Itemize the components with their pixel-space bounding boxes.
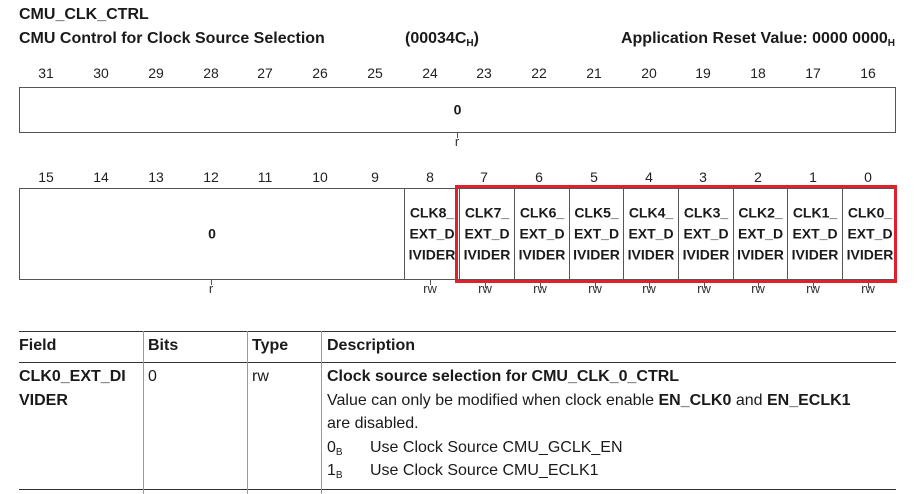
bit-number: 4 (645, 169, 653, 185)
description-text: Value can only be modified when clock en… (327, 392, 851, 409)
access-label: rw (697, 281, 711, 296)
bit-number: 9 (371, 169, 379, 185)
bit-number: 11 (257, 169, 273, 185)
bit-number: 19 (695, 65, 711, 81)
access-label: rw (806, 281, 820, 296)
table-rule (19, 489, 896, 490)
bit-number: 10 (312, 169, 328, 185)
field-type: rw (252, 368, 269, 385)
highlight-box (455, 185, 897, 283)
bit-number: 14 (93, 169, 109, 185)
register-upper-row: 0 (19, 87, 896, 133)
bit-number: 13 (148, 169, 164, 185)
description-text-cont: are disabled. (327, 415, 419, 432)
table-divider (321, 331, 322, 494)
access-label: rw (478, 281, 492, 296)
access-label: rw (588, 281, 602, 296)
bit-number: 7 (480, 169, 488, 185)
column-header-field: Field (19, 337, 57, 354)
field-value: 0 (453, 101, 462, 118)
access-label: rw (751, 281, 765, 296)
register-offset: (00034CH) (405, 30, 479, 49)
column-header-description: Description (327, 337, 416, 354)
bit-number: 24 (422, 65, 438, 81)
option-text: Use Clock Source CMU_GCLK_EN (370, 439, 623, 456)
access-label: rw (861, 281, 875, 296)
table-rule (19, 331, 896, 332)
field-name: CLK0_EXT_DI (19, 368, 126, 385)
field-clk8-ext-divider: CLK8_ EXT_D IVIDER (404, 189, 459, 279)
field-value: 0 (208, 225, 216, 242)
option-value: 0B (327, 439, 343, 458)
bit-number: 0 (864, 169, 872, 185)
bit-number: 12 (203, 169, 219, 185)
table-rule (19, 362, 896, 363)
reserved-field-lower: 0 (20, 189, 404, 279)
field-bits: 0 (148, 368, 157, 385)
bit-number: 29 (148, 65, 164, 81)
bit-number: 20 (641, 65, 657, 81)
option-value: 1B (327, 462, 343, 481)
bit-number: 31 (38, 65, 54, 81)
table-divider (247, 331, 248, 494)
access-label: rw (642, 281, 656, 296)
option-text: Use Clock Source CMU_ECLK1 (370, 462, 599, 479)
bit-number: 22 (531, 65, 547, 81)
bit-number: 15 (38, 169, 54, 185)
access-label: rw (533, 281, 547, 296)
bit-number: 23 (476, 65, 492, 81)
column-header-bits: Bits (148, 337, 179, 354)
table-divider (143, 331, 144, 494)
access-label: rw (423, 281, 437, 296)
access-label: r (208, 281, 214, 296)
bit-number: 16 (860, 65, 876, 81)
bit-number: 30 (93, 65, 109, 81)
bit-number: 27 (257, 65, 273, 81)
bit-number: 6 (535, 169, 543, 185)
bit-number: 2 (754, 169, 762, 185)
bit-number: 28 (203, 65, 219, 81)
register-title: CMU Control for Clock Source Selection (19, 30, 325, 47)
reserved-field-upper: 0 (20, 88, 895, 132)
register-name: CMU_CLK_CTRL (19, 6, 149, 23)
access-label: r (454, 134, 460, 149)
field-name-cont: VIDER (19, 392, 68, 409)
bit-number: 5 (590, 169, 598, 185)
bit-number: 8 (426, 169, 434, 185)
description-title: Clock source selection for CMU_CLK_0_CTR… (327, 368, 680, 385)
bit-number: 26 (312, 65, 328, 81)
bit-number: 1 (809, 169, 817, 185)
field-label: CLK8_ EXT_D IVIDER (408, 204, 456, 263)
bit-number: 3 (699, 169, 707, 185)
bit-number: 18 (750, 65, 766, 81)
bit-number: 17 (805, 65, 821, 81)
bit-number: 21 (586, 65, 602, 81)
column-header-type: Type (252, 337, 289, 354)
reset-value: Application Reset Value: 0000 0000H (620, 30, 895, 49)
bit-number: 25 (367, 65, 383, 81)
